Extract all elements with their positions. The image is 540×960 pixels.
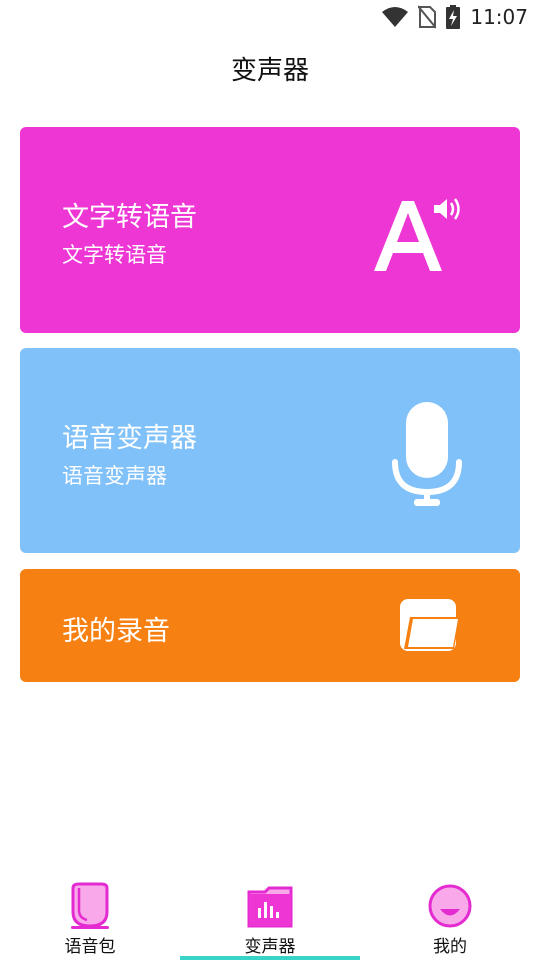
nav-label: 变声器	[244, 937, 296, 957]
nav-item-voice-changer[interactable]: 变声器	[180, 876, 360, 960]
card-title: 我的录音	[62, 616, 170, 647]
status-bar: 11:07	[0, 0, 540, 36]
card-title: 文字转语音	[62, 202, 197, 233]
voice-changer-icon	[247, 886, 293, 928]
nav-label: 我的	[433, 937, 467, 957]
bottom-nav: 语音包 变声器 我的	[0, 876, 540, 960]
battery-charging-icon	[446, 5, 461, 29]
no-sim-icon	[418, 5, 437, 29]
card-subtitle: 语音变声器	[62, 464, 167, 488]
card-subtitle: 文字转语音	[62, 243, 167, 267]
profile-icon	[428, 884, 472, 928]
voice-changer-card[interactable]: 语音变声器 语音变声器	[20, 348, 520, 553]
nav-label: 语音包	[64, 937, 116, 957]
wifi-icon	[382, 7, 409, 27]
text-to-speech-icon	[374, 198, 460, 271]
voice-pack-icon	[71, 882, 109, 929]
text-to-speech-card[interactable]: 文字转语音 文字转语音	[20, 127, 520, 333]
status-time: 11:07	[470, 5, 528, 29]
my-recordings-card[interactable]: 我的录音	[20, 569, 520, 682]
page-title: 变声器	[230, 56, 309, 86]
active-tab-indicator	[180, 956, 360, 960]
microphone-icon	[392, 402, 462, 506]
folder-icon	[400, 599, 460, 651]
card-title: 语音变声器	[62, 423, 197, 454]
nav-item-voice-pack[interactable]: 语音包	[0, 876, 180, 960]
nav-item-mine[interactable]: 我的	[360, 876, 540, 960]
